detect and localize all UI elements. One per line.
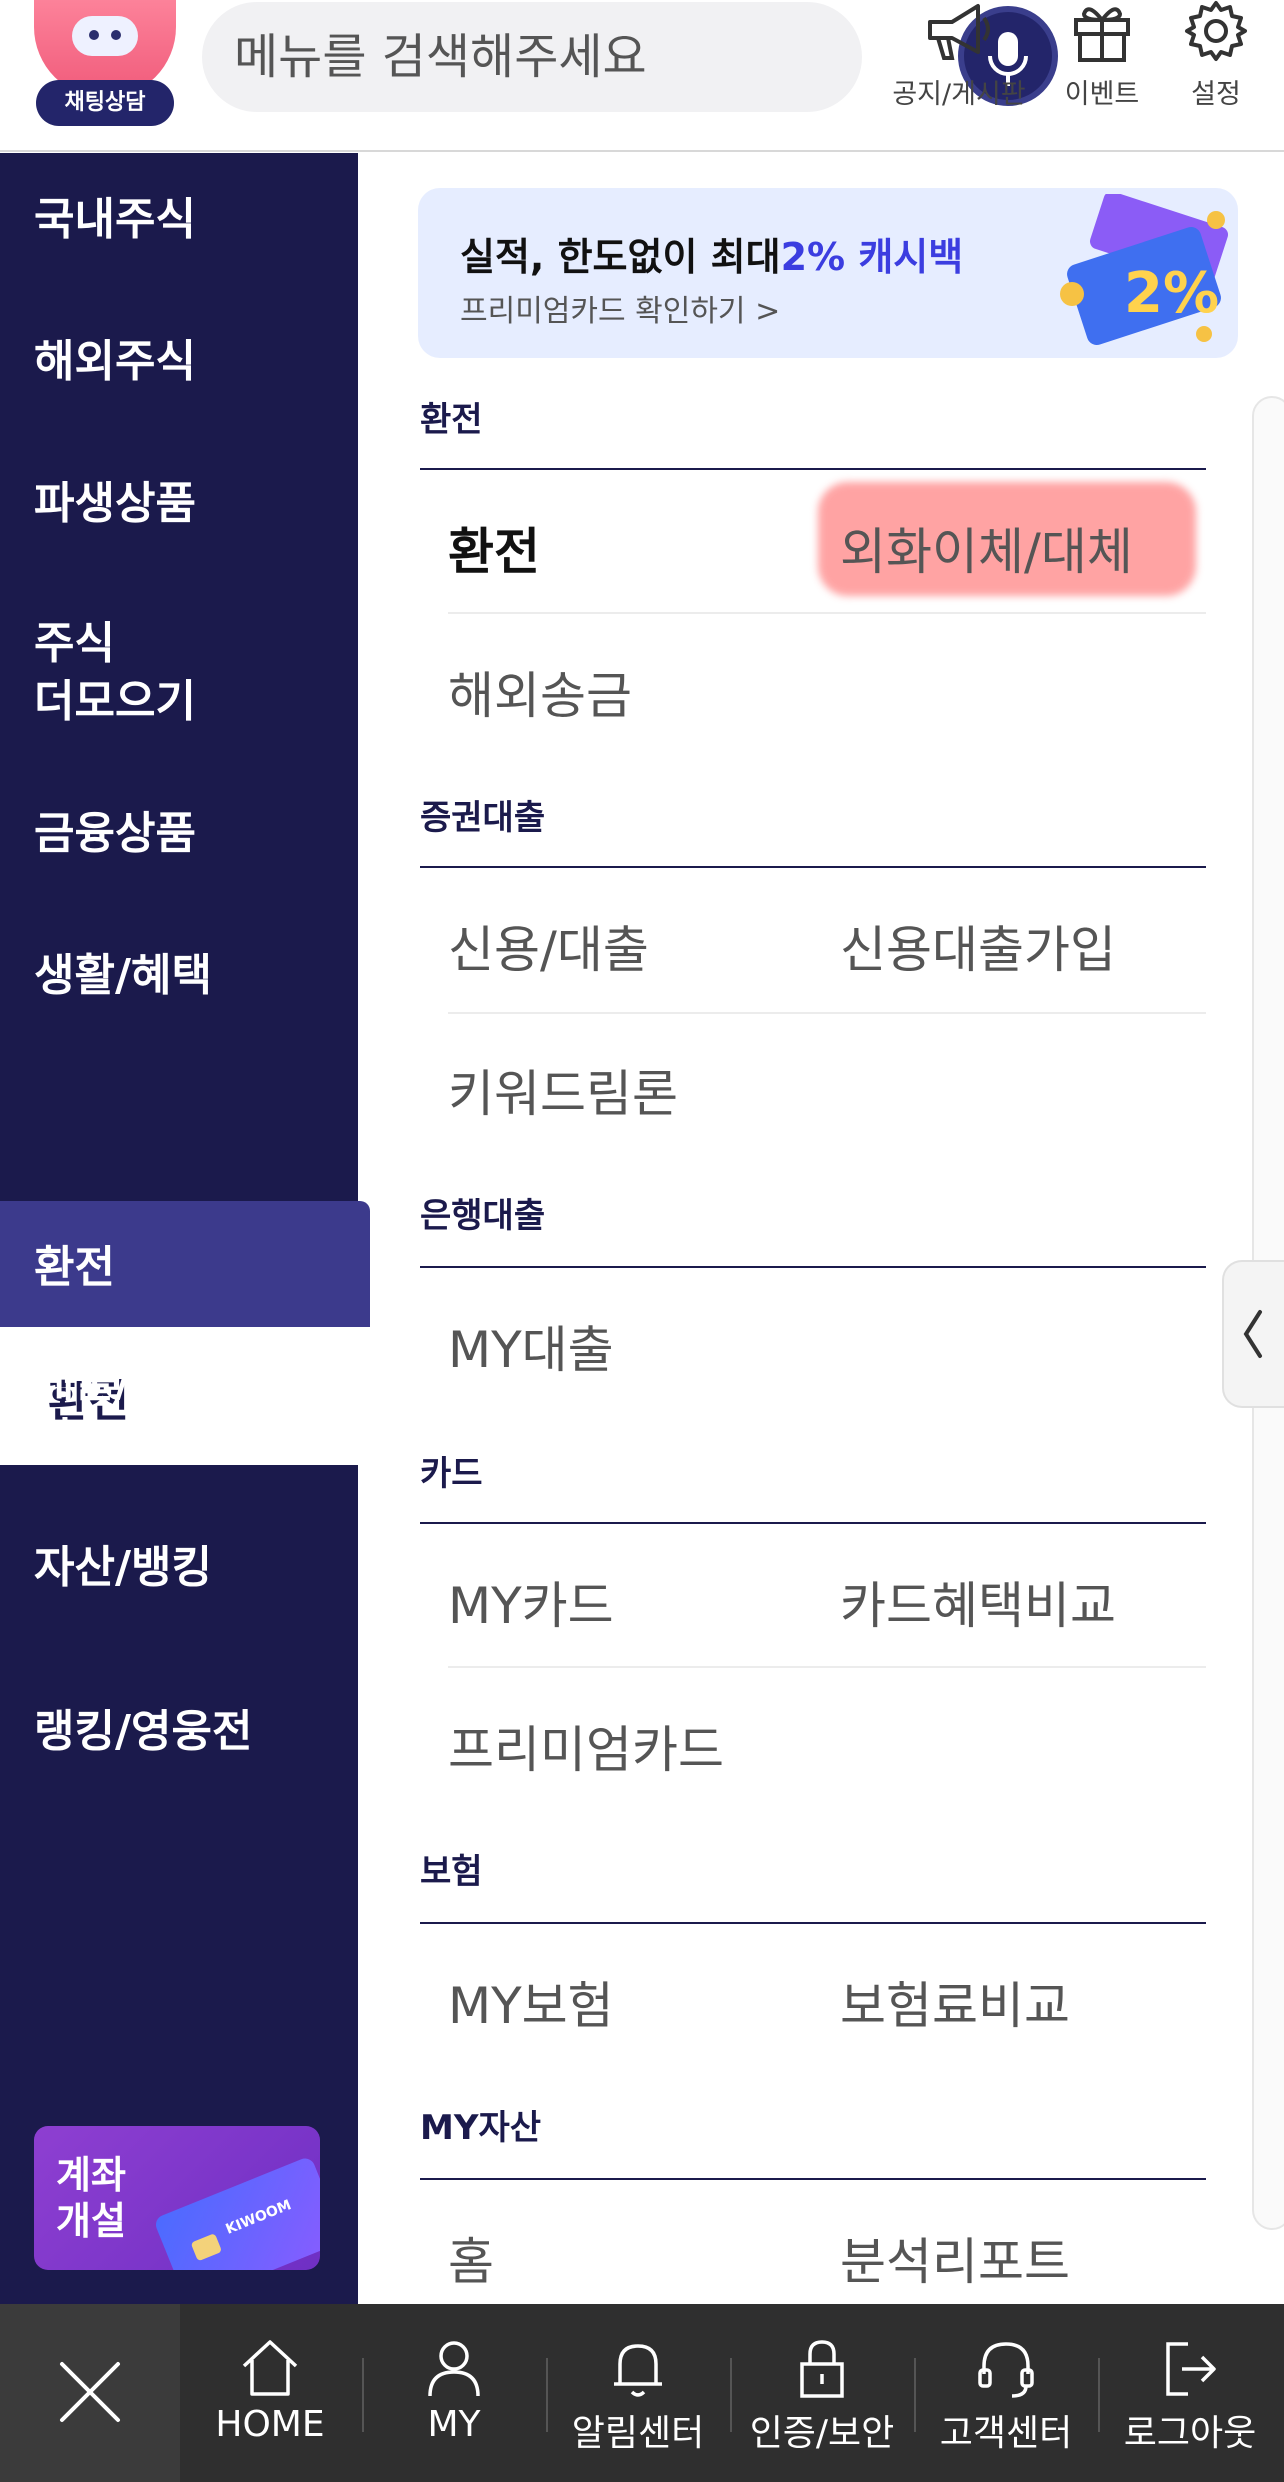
sidebar-item-asset-banking[interactable]: 자산/뱅킹 xyxy=(34,1539,212,1597)
bell-icon xyxy=(614,2344,662,2397)
lock-icon xyxy=(800,2340,844,2398)
logout-icon xyxy=(1166,2342,1216,2396)
section-title-exchange: 환전 xyxy=(420,400,483,440)
row-divider xyxy=(448,1012,1206,1014)
nav-auth-label: 인증/보안 xyxy=(749,2413,895,2454)
nav-customer-center[interactable]: 고객센터 xyxy=(914,2304,1098,2482)
menu-item-overseas-remittance[interactable]: 해외송금 xyxy=(448,656,632,728)
menu-item-my-card[interactable]: MY카드 xyxy=(448,1566,614,1638)
sidebar-item-financial-products[interactable]: 금융상품 xyxy=(34,805,196,863)
nav-auth-security[interactable]: 인증/보안 xyxy=(730,2304,914,2482)
chatbot-label: 채팅상담 xyxy=(36,80,174,126)
notice-board-label: 공지/게시판 xyxy=(892,79,1026,110)
promo-banner[interactable]: 실적, 한도없이 최대2% 캐시백 프리미엄카드 확인하기 > 2% xyxy=(418,188,1238,358)
sidebar-item-loan-card-insurance[interactable]: 대출/ 카드/보험 xyxy=(34,1353,212,1469)
menu-item-credit-loan[interactable]: 신용/대출 xyxy=(448,910,649,982)
card-brand: KIWOOM xyxy=(223,2197,294,2238)
event-button[interactable]: 이벤트 xyxy=(1052,0,1152,140)
menu-item-analysis-report[interactable]: 분석리포트 xyxy=(840,2222,1070,2294)
banner-title-prefix: 실적, 한도없이 최대 xyxy=(460,235,781,279)
section-title-insurance: 보험 xyxy=(420,1852,483,1892)
headset-icon xyxy=(978,2342,1034,2398)
row-divider xyxy=(448,612,1206,614)
sidebar-item-ranking[interactable]: 랭킹/영웅전 xyxy=(34,1703,252,1761)
menu-item-card-benefit-compare[interactable]: 카드혜택비교 xyxy=(840,1566,1116,1638)
nav-my[interactable]: MY xyxy=(362,2304,546,2482)
drawer-toggle[interactable] xyxy=(1222,1260,1284,1408)
section-divider xyxy=(420,1522,1206,1524)
open-account-label: 계좌 개설 xyxy=(56,2153,126,2243)
menu-item-kiwoom-dream-loan[interactable]: 키워드림론 xyxy=(448,1054,678,1126)
menu-item-exchange[interactable]: 환전 xyxy=(448,512,540,584)
notice-board-button[interactable]: 공지/게시판 xyxy=(886,0,1032,140)
home-icon xyxy=(242,2340,298,2396)
nav-home-label: HOME xyxy=(215,2404,325,2445)
search-input[interactable]: 메뉴를 검색해주세요 xyxy=(202,2,1058,112)
nav-logout-label: 로그아웃 xyxy=(1123,2413,1257,2454)
top-header: 채팅상담 메뉴를 검색해주세요 공지/게시판 이벤트 설정 xyxy=(0,0,1284,152)
menu-item-my-loan[interactable]: MY대출 xyxy=(448,1310,614,1382)
menu-item-home[interactable]: 홈 xyxy=(448,2222,494,2294)
row-divider xyxy=(448,1666,1206,1668)
nav-customer-label: 고객센터 xyxy=(939,2413,1073,2454)
section-divider xyxy=(420,1922,1206,1924)
nav-notification-label: 알림센터 xyxy=(571,2413,705,2454)
category-sidebar: 국내주식 해외주식 파생상품 주식 더모으기 금융상품 생활/혜택 환전 환전 … xyxy=(0,153,370,2305)
sidebar-item-derivatives[interactable]: 파생상품 xyxy=(34,475,196,533)
banner-title: 실적, 한도없이 최대2% 캐시백 xyxy=(460,226,963,281)
sidebar-item-stock-saving[interactable]: 주식 더모으기 xyxy=(34,615,196,731)
sidebar-item-domestic-stock[interactable]: 국내주식 xyxy=(34,191,196,249)
section-divider xyxy=(420,1266,1206,1268)
banner-art-text: 2% xyxy=(1124,261,1219,326)
nav-home[interactable]: HOME xyxy=(178,2304,362,2482)
close-icon xyxy=(60,2362,120,2422)
chevron-left-icon xyxy=(1243,1310,1262,1358)
chatbot-button[interactable]: 채팅상담 xyxy=(34,0,176,132)
section-divider xyxy=(420,468,1206,470)
event-label: 이벤트 xyxy=(1064,79,1140,110)
section-title-card: 카드 xyxy=(420,1454,483,1494)
sidebar-item-exchange-label: 환전 xyxy=(34,1242,115,1293)
section-divider xyxy=(420,2178,1206,2180)
sidebar-item-overseas-stock[interactable]: 해외주식 xyxy=(34,333,196,391)
section-title-securities-loan: 증권대출 xyxy=(420,798,546,838)
open-account-button[interactable]: 계좌 개설 KIWOOM xyxy=(34,2126,320,2270)
gear-icon xyxy=(1185,1,1247,61)
nav-logout[interactable]: 로그아웃 xyxy=(1098,2304,1282,2482)
section-title-my-assets: MY자산 xyxy=(420,2108,542,2148)
nav-notification-center[interactable]: 알림센터 xyxy=(546,2304,730,2482)
banner-title-highlight: 2% 캐시백 xyxy=(780,235,964,279)
menu-item-my-insurance[interactable]: MY보험 xyxy=(448,1966,614,2038)
section-title-bank-loan: 은행대출 xyxy=(420,1196,546,1236)
settings-label: 설정 xyxy=(1191,79,1241,110)
section-divider xyxy=(420,866,1206,868)
menu-item-insurance-compare[interactable]: 보험료비교 xyxy=(840,1966,1070,2038)
menu-item-credit-loan-signup[interactable]: 신용대출가입 xyxy=(840,910,1116,982)
nav-my-label: MY xyxy=(427,2404,481,2445)
person-icon xyxy=(428,2341,480,2397)
sidebar-item-life-benefits[interactable]: 생활/혜택 xyxy=(34,947,212,1005)
megaphone-icon xyxy=(928,4,990,60)
close-menu-button[interactable] xyxy=(0,2304,180,2482)
cashback-card-illustration: 2% xyxy=(1060,194,1229,345)
menu-item-foreign-transfer[interactable]: 외화이체/대체 xyxy=(840,512,1133,584)
gift-icon xyxy=(1074,7,1130,62)
credit-card-icon: KIWOOM xyxy=(152,2155,320,2270)
search-placeholder: 메뉴를 검색해주세요 xyxy=(234,29,647,85)
banner-subtitle: 프리미엄카드 확인하기 > xyxy=(460,294,781,329)
menu-item-premium-card[interactable]: 프리미엄카드 xyxy=(448,1710,724,1782)
settings-button[interactable]: 설정 xyxy=(1172,0,1260,140)
bottom-navigation: HOME MY 알림센터 인증/보안 고객센터 로그아웃 xyxy=(0,2304,1284,2482)
